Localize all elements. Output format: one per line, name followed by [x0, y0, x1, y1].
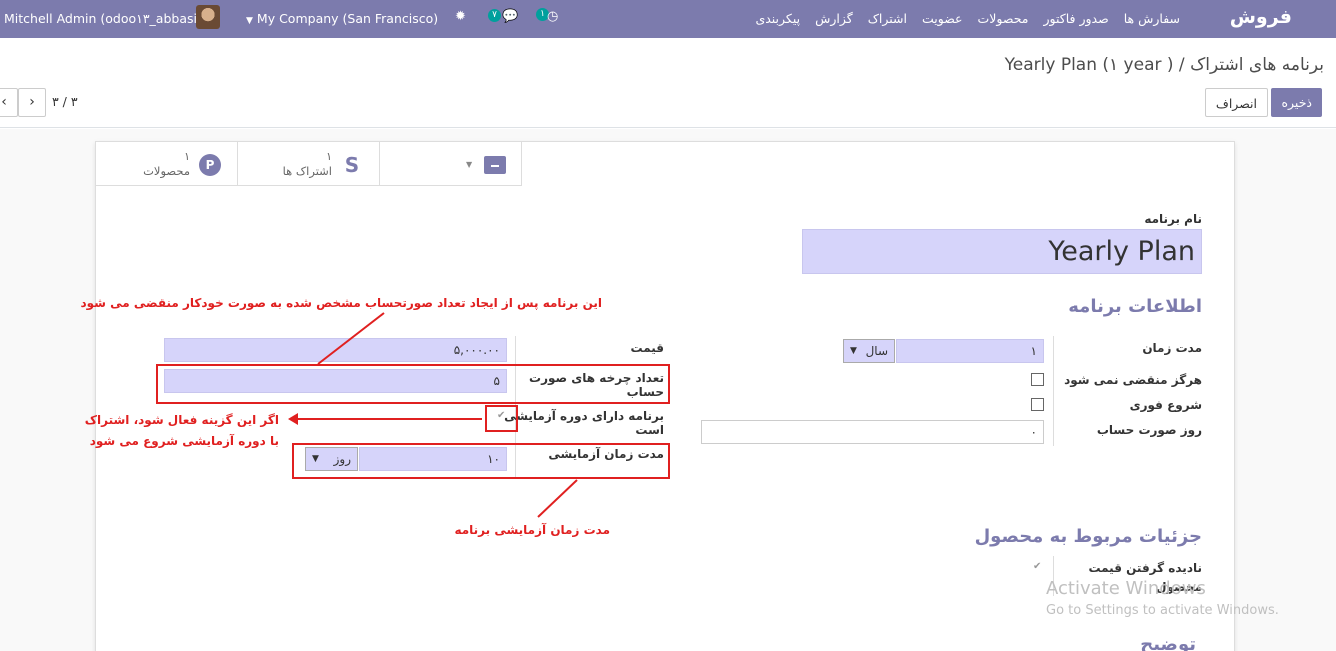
breadcrumb-current: Yearly Plan (۱ year ) [1004, 55, 1174, 75]
trial-label-line1: برنامه دارای دوره آزمایشی [504, 409, 664, 423]
start-immediately-checkbox[interactable] [1031, 398, 1044, 411]
archive-smart-button[interactable]: ▼ [380, 142, 522, 186]
trial-label: برنامه دارای دوره آزمایشی است [504, 409, 664, 437]
plan-name-input[interactable]: Yearly Plan [802, 229, 1202, 274]
menu-item-membership[interactable]: عضویت [922, 11, 963, 26]
pager-value: ۳ / ۳ [52, 94, 78, 109]
expire-note: این برنامه پس از ایجاد تعداد صورتحساب مش… [80, 296, 602, 310]
clock-icon[interactable]: ◷ [547, 9, 558, 24]
menu-item-subscriptions[interactable]: اشتراک [868, 11, 907, 26]
invoice-day-input[interactable]: ۰ [701, 420, 1044, 444]
menu-item-invoicing[interactable]: صدور فاکتور [1043, 11, 1108, 26]
main-menu: سفارش ها صدور فاکتور محصولات عضویت اشترا… [755, 11, 1180, 26]
menu-item-orders[interactable]: سفارش ها [1124, 11, 1180, 26]
save-button[interactable]: ذخیره [1271, 88, 1322, 117]
billing-cycles-highlight [156, 364, 670, 404]
trial-note-line1: اگر این گزینه فعال شود، اشتراک [84, 413, 279, 427]
trial-label-line2: است [635, 423, 664, 437]
breadcrumb: برنامه های اشتراک / Yearly Plan (۱ year … [1005, 55, 1324, 75]
parking-icon: P [199, 154, 221, 176]
company-switcher[interactable]: ▼ My Company (San Francisco) [246, 11, 438, 26]
ignore-price-label-line1: نادیده گرفتن قیمت [1088, 561, 1202, 575]
menu-item-configuration[interactable]: پیکربندی [755, 11, 800, 26]
breadcrumb-parent[interactable]: برنامه های اشتراک [1190, 55, 1324, 75]
company-name: My Company (San Francisco) [256, 11, 439, 26]
duration-input[interactable]: ۱ [896, 339, 1044, 363]
chat-icon[interactable]: 💬 [502, 9, 518, 24]
activate-windows-watermark: Activate Windows [1046, 578, 1206, 599]
menu-item-products[interactable]: محصولات [978, 11, 1029, 26]
section-product-details: جزئیات مربوط به محصول [974, 526, 1202, 547]
subscriptions-smart-button[interactable]: ۱ اشتراک ها S [238, 142, 380, 186]
menu-item-reporting[interactable]: گزارش [815, 11, 853, 26]
trial-duration-highlight [292, 443, 670, 479]
section-plan-info: اطلاعات برنامه [1068, 296, 1202, 317]
ignore-price-checkbox[interactable]: ✔ [1033, 561, 1041, 572]
trial-checkbox-highlight [485, 405, 518, 432]
archive-icon [484, 156, 506, 174]
products-smart-button[interactable]: ۱ محصولات P [96, 142, 238, 186]
activate-windows-hint: Go to Settings to activate Windows. [1046, 603, 1279, 618]
price-label: قیمت [630, 341, 664, 355]
plan-name-label: نام برنامه [1144, 212, 1202, 226]
user-menu[interactable]: Mitchell Admin (odoo۱۳_abbasi) [4, 11, 202, 26]
breadcrumb-separator: / [1173, 55, 1191, 75]
caret-down-icon: ▼ [850, 346, 857, 356]
never-expire-label: هرگز منقضی نمی شود [1064, 373, 1202, 387]
app-brand[interactable]: فروش [1230, 6, 1292, 28]
avatar[interactable] [196, 5, 220, 29]
duration-unit-select[interactable]: ▼ سال [843, 339, 895, 363]
duration-label: مدت زمان [1142, 341, 1202, 355]
control-panel: برنامه های اشتراک / Yearly Plan (۱ year … [0, 38, 1336, 128]
dollar-strike-icon: S [344, 153, 360, 177]
chevron-down-icon: ▼ [466, 160, 473, 169]
subscriptions-count: ۱ [326, 150, 332, 163]
smart-button-box: ۱ محصولات P ۱ اشتراک ها S ▼ [96, 142, 522, 186]
never-expire-checkbox[interactable] [1031, 373, 1044, 386]
column-divider [1053, 336, 1054, 446]
subscriptions-label: اشتراک ها [282, 164, 332, 178]
top-navbar: فروش سفارش ها صدور فاکتور محصولات عضویت … [0, 0, 1336, 38]
pager-previous-button[interactable]: ‹ [0, 88, 18, 117]
discard-button[interactable]: انصراف [1204, 88, 1268, 117]
trial-duration-note: مدت زمان آزمایشی برنامه [454, 523, 610, 537]
messages-badge: ۷ [488, 9, 501, 22]
price-input[interactable]: ۵,۰۰۰.۰۰ [164, 338, 507, 362]
invoice-day-label: روز صورت حساب [1096, 423, 1202, 437]
chevron-down-icon: ▼ [246, 16, 253, 26]
products-count: ۱ [184, 150, 190, 163]
section-description: توضیح [1140, 634, 1196, 651]
products-label: محصولات [143, 164, 190, 178]
duration-unit-value: سال [865, 344, 888, 358]
trial-note-line2: با دوره آزمایشی شروع می شود [89, 434, 279, 448]
start-immediately-label: شروع فوری [1129, 398, 1202, 412]
bug-icon[interactable]: ✹ [455, 9, 466, 24]
pager-next-button[interactable]: › [18, 88, 46, 117]
